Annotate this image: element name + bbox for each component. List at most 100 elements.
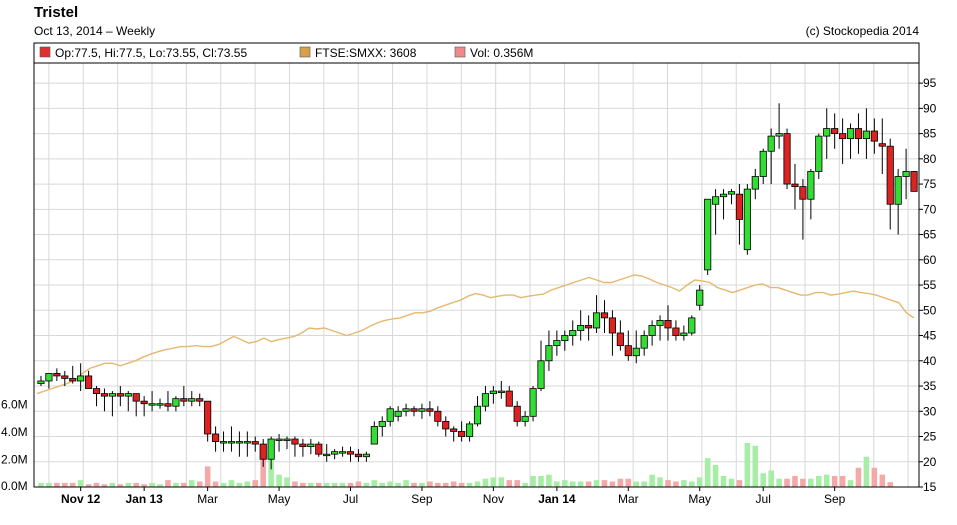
price-tick-label: 90	[923, 101, 937, 115]
volume-bar	[593, 480, 600, 487]
volume-bar	[617, 478, 624, 487]
candle-body	[529, 388, 537, 417]
volume-bar	[569, 481, 576, 487]
candle-body	[577, 325, 585, 331]
volume-bar	[673, 481, 679, 487]
candle-body	[624, 345, 632, 357]
candle-body	[656, 319, 664, 326]
candle-body	[77, 375, 85, 382]
candle-body	[426, 408, 434, 412]
volume-bar	[173, 482, 179, 487]
candle-body	[323, 453, 331, 457]
price-tick-label: 50	[923, 303, 937, 317]
candle-body	[172, 398, 180, 407]
candle-body	[45, 373, 53, 382]
volume-bar	[482, 478, 489, 487]
volume-bar	[244, 481, 251, 487]
volume-bar	[665, 480, 671, 487]
candle-body	[196, 398, 204, 402]
volume-bar	[355, 481, 362, 487]
volume-bar	[93, 482, 100, 487]
candle-body	[910, 171, 918, 192]
volume-bar	[879, 474, 886, 487]
volume-bar	[435, 482, 441, 487]
candle-body	[831, 128, 839, 134]
candle-body	[61, 375, 69, 379]
volume-bar	[760, 473, 767, 487]
candle-body	[886, 145, 894, 205]
candle-body	[458, 431, 466, 437]
date-tick-label: Jan 13	[125, 492, 163, 506]
candle-body	[227, 441, 236, 444]
volume-bar	[363, 482, 370, 487]
candle-body	[823, 128, 831, 137]
price-tick-label: 30	[923, 404, 937, 418]
price-tick-label: 60	[923, 253, 937, 267]
volume-bar	[855, 467, 862, 487]
candle-body	[156, 403, 164, 406]
volume-bar	[768, 470, 774, 487]
volume-bar	[411, 482, 417, 487]
volume-bar	[704, 458, 711, 487]
volume-bar	[823, 474, 830, 487]
date-tick-label: Nov 12	[61, 492, 101, 506]
volume-bar	[538, 476, 544, 487]
volume-bar	[308, 482, 314, 487]
volume-bar	[300, 482, 306, 487]
candle-body	[442, 420, 450, 430]
price-tick-label: 75	[923, 177, 937, 191]
candle-body	[902, 171, 910, 177]
volume-bar	[292, 481, 298, 487]
price-tick-label: 95	[923, 76, 937, 90]
candle-body	[553, 340, 561, 347]
price-tick-label: 55	[923, 278, 937, 292]
volume-bar	[38, 482, 44, 487]
volume-bar	[204, 466, 211, 487]
candle-body	[585, 325, 593, 329]
volume-bar	[133, 482, 139, 487]
candle-body	[188, 398, 196, 402]
candle-body	[362, 453, 370, 458]
volume-bar	[490, 477, 497, 487]
candle-body	[299, 443, 307, 448]
candle-body	[132, 393, 140, 402]
volume-bar	[625, 478, 632, 487]
volume-bar	[109, 482, 116, 487]
price-tick-label: 40	[923, 354, 937, 368]
volume-bar	[149, 482, 155, 487]
candle-body	[212, 433, 220, 442]
candle-body	[291, 438, 299, 445]
volume-bar	[181, 482, 187, 487]
candle-body	[69, 378, 77, 382]
price-tick-label: 65	[923, 228, 937, 242]
candle-body	[807, 171, 815, 200]
volume-bar	[212, 481, 219, 487]
volume-bar	[816, 476, 822, 487]
candle-body	[116, 393, 124, 397]
candle-body	[632, 347, 640, 357]
candle-body	[696, 289, 704, 306]
candle-body	[204, 400, 212, 435]
legend-swatch	[299, 46, 311, 58]
volume-bar	[601, 480, 608, 487]
volume-bar	[744, 443, 751, 487]
volume-bar	[506, 480, 513, 487]
candle-body	[783, 133, 791, 185]
candle-body	[434, 410, 442, 422]
date-tick-label: May	[268, 492, 291, 506]
candle-body	[751, 176, 759, 190]
candle-body	[124, 393, 132, 397]
candle-body	[275, 438, 283, 441]
candle-body	[839, 133, 847, 140]
candle-body	[616, 332, 624, 347]
volume-bar	[165, 480, 171, 487]
candle-body	[180, 398, 188, 402]
volume-bar	[347, 482, 354, 487]
candle-body	[331, 451, 339, 455]
price-tick-label: 85	[923, 127, 937, 141]
candle-body	[537, 360, 545, 389]
volume-bar	[792, 476, 798, 487]
volume-bar	[847, 480, 854, 487]
date-tick-label: May	[688, 492, 711, 506]
volume-bar	[196, 481, 203, 487]
